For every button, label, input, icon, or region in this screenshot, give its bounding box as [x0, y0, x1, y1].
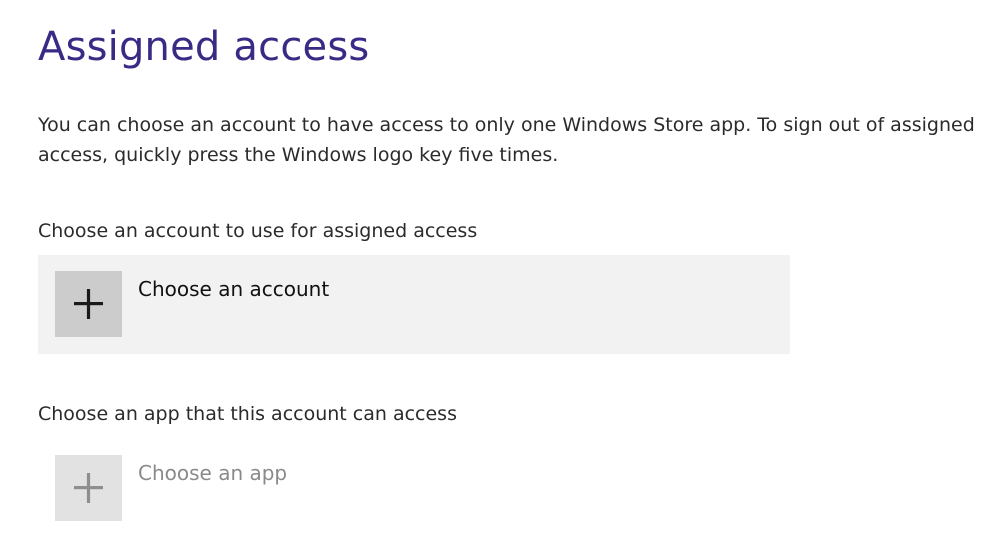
account-section-label: Choose an account to use for assigned ac…	[38, 220, 478, 242]
app-section-label: Choose an app that this account can acce…	[38, 403, 457, 425]
plus-icon	[55, 271, 122, 337]
choose-account-button[interactable]: Choose an account	[38, 255, 790, 354]
choose-account-label: Choose an account	[138, 277, 330, 301]
choose-app-label: Choose an app	[138, 461, 288, 485]
page-description: You can choose an account to have access…	[38, 114, 975, 166]
plus-icon	[55, 455, 122, 521]
page-title: Assigned access	[38, 24, 370, 70]
choose-app-button[interactable]: Choose an app	[38, 440, 328, 530]
